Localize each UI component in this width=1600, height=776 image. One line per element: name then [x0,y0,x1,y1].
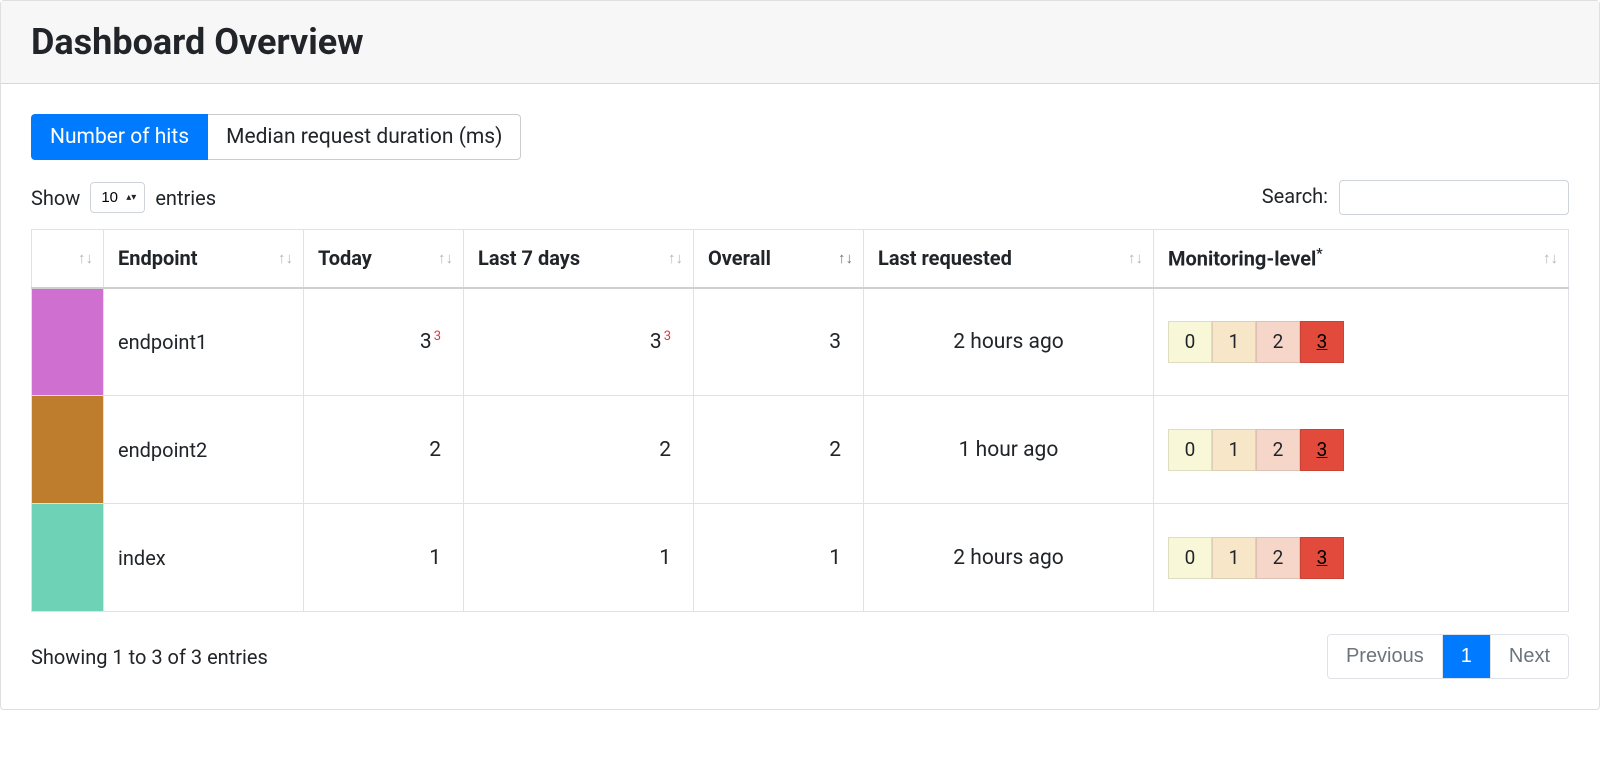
monitoring-level-cell: 0123 [1154,396,1569,504]
length-prefix: Show [31,186,80,210]
sort-icon: ↑↓ [78,249,93,267]
last-requested-cell: 1 hour ago [864,396,1154,504]
col-last-requested-label: Last requested [878,246,1012,270]
table-body: endpoint1333332 hours ago0123endpoint222… [32,288,1569,612]
tab-median-duration[interactable]: Median request duration (ms) [208,114,521,160]
col-color[interactable]: ↑↓ [32,230,104,288]
monitoring-level-2-button[interactable]: 2 [1256,537,1300,579]
pagination: Previous 1 Next [1327,634,1569,679]
color-swatch-cell[interactable] [32,288,104,396]
endpoints-table: ↑↓ Endpoint ↑↓ Today ↑↓ Last 7 days ↑↓ [31,229,1569,612]
overall-cell: 1 [694,504,864,612]
color-swatch [32,396,103,503]
page-1-button[interactable]: 1 [1443,635,1491,678]
col-today[interactable]: Today ↑↓ [304,230,464,288]
color-swatch-cell[interactable] [32,396,104,504]
table-row: index1112 hours ago0123 [32,504,1569,612]
table-header-row: ↑↓ Endpoint ↑↓ Today ↑↓ Last 7 days ↑↓ [32,230,1569,288]
dashboard-card: Dashboard Overview Number of hits Median… [0,0,1600,710]
search-control: Search: [1262,180,1569,215]
today-cell: 2 [304,396,464,504]
entries-length-control: Show 10 ▴▾ entries [31,182,216,213]
col-today-label: Today [318,246,372,270]
monitoring-level-cell: 0123 [1154,504,1569,612]
last7-cell: 33 [464,288,694,396]
color-swatch [32,504,103,611]
monitoring-level-2-button[interactable]: 2 [1256,429,1300,471]
sort-icon: ↑↓ [438,249,453,267]
today-extra: 3 [434,329,441,344]
table-info: Showing 1 to 3 of 3 entries [31,645,268,669]
length-select[interactable]: 10 [90,182,145,213]
monitoring-level-cell: 0123 [1154,288,1569,396]
monitoring-level-1-button[interactable]: 1 [1212,321,1256,363]
table-top-controls: Show 10 ▴▾ entries Search: [31,180,1569,215]
endpoint-cell[interactable]: endpoint1 [104,288,304,396]
last7-cell: 2 [464,396,694,504]
col-endpoint[interactable]: Endpoint ↑↓ [104,230,304,288]
search-input[interactable] [1339,180,1569,215]
last-requested-cell: 2 hours ago [864,288,1154,396]
col-endpoint-label: Endpoint [118,246,198,270]
endpoint-cell[interactable]: index [104,504,304,612]
endpoint-cell[interactable]: endpoint2 [104,396,304,504]
color-swatch-cell[interactable] [32,504,104,612]
metric-tabs: Number of hits Median request duration (… [31,114,1569,160]
table-row: endpoint1333332 hours ago0123 [32,288,1569,396]
length-suffix: entries [155,186,216,210]
table-bottom-controls: Showing 1 to 3 of 3 entries Previous 1 N… [31,634,1569,679]
monitoring-level-3-button[interactable]: 3 [1300,321,1344,363]
col-monitoring-label: Monitoring-level [1168,247,1316,271]
col-last-requested[interactable]: Last requested ↑↓ [864,230,1154,288]
monitoring-level-group: 0123 [1168,321,1344,363]
page-title: Dashboard Overview [31,21,1569,63]
page-previous-button[interactable]: Previous [1328,635,1443,678]
sort-desc-icon: ↑↓ [838,249,853,267]
col-overall[interactable]: Overall ↑↓ [694,230,864,288]
col-last7-label: Last 7 days [478,246,580,270]
today-cell: 33 [304,288,464,396]
col-monitoring-sup: * [1316,246,1322,262]
monitoring-level-2-button[interactable]: 2 [1256,321,1300,363]
last7-extra: 3 [664,329,671,344]
length-select-wrap: 10 ▴▾ [90,182,145,213]
monitoring-level-3-button[interactable]: 3 [1300,429,1344,471]
sort-icon: ↑↓ [1128,249,1143,267]
overall-cell: 3 [694,288,864,396]
overall-cell: 2 [694,396,864,504]
today-cell: 1 [304,504,464,612]
monitoring-level-0-button[interactable]: 0 [1168,321,1212,363]
last7-cell: 1 [464,504,694,612]
monitoring-level-0-button[interactable]: 0 [1168,429,1212,471]
monitoring-level-3-button[interactable]: 3 [1300,537,1344,579]
monitoring-level-group: 0123 [1168,537,1344,579]
table-row: endpoint22221 hour ago0123 [32,396,1569,504]
card-header: Dashboard Overview [1,1,1599,84]
last-requested-cell: 2 hours ago [864,504,1154,612]
monitoring-level-1-button[interactable]: 1 [1212,537,1256,579]
monitoring-level-1-button[interactable]: 1 [1212,429,1256,471]
col-overall-label: Overall [708,246,771,270]
card-body: Number of hits Median request duration (… [1,84,1599,709]
sort-icon: ↑↓ [278,249,293,267]
tab-number-of-hits[interactable]: Number of hits [31,114,208,160]
col-last7[interactable]: Last 7 days ↑↓ [464,230,694,288]
sort-icon: ↑↓ [668,249,683,267]
monitoring-level-group: 0123 [1168,429,1344,471]
monitoring-level-0-button[interactable]: 0 [1168,537,1212,579]
color-swatch [32,289,103,396]
sort-icon: ↑↓ [1543,249,1558,267]
page-next-button[interactable]: Next [1491,635,1568,678]
search-label: Search: [1262,184,1328,208]
col-monitoring-level[interactable]: Monitoring-level* ↑↓ [1154,230,1569,288]
